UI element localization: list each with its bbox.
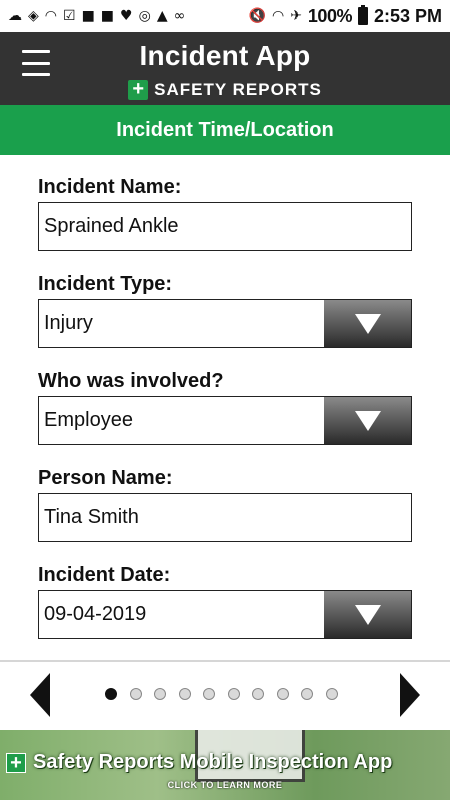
chevron-down-icon <box>354 410 381 431</box>
wifi-signal-icon: ◠ <box>271 8 285 24</box>
app-header: Incident App + SAFETY REPORTS <box>0 32 450 105</box>
who-involved-label: Who was involved? <box>38 370 224 392</box>
vpn-icon: ◈ <box>28 8 39 24</box>
page-dot-7[interactable] <box>252 688 264 700</box>
flipboard-icon: ■ <box>100 8 115 24</box>
section-header: Incident Time/Location <box>0 105 450 155</box>
status-icons-left: ☁ ◈ ◠ ☑ ■ ■ ♥ ◎ ▲ ∞ <box>8 9 185 23</box>
page-dot-5[interactable] <box>203 688 215 700</box>
next-page-arrow-icon[interactable] <box>400 673 420 717</box>
who-involved-select[interactable]: Employee <box>38 396 412 445</box>
page-dot-10[interactable] <box>325 688 338 700</box>
banner-title: Safety Reports Mobile Inspection App <box>33 751 393 773</box>
page-dot-1[interactable] <box>105 688 117 700</box>
page-dot-4[interactable] <box>178 688 191 700</box>
page-dot-9[interactable] <box>301 688 313 700</box>
voicemail-icon: ∞ <box>173 8 186 24</box>
section-title: Incident Time/Location <box>116 118 334 141</box>
page-navigator <box>0 662 450 730</box>
page-dot-3[interactable] <box>154 688 166 700</box>
person-name-input[interactable] <box>38 493 412 542</box>
flipboard-icon: ■ <box>81 8 95 24</box>
plus-icon: + <box>128 79 149 100</box>
battery-percent: 100% <box>307 5 353 26</box>
banner-cta: CLICK TO LEARN MORE <box>167 780 283 790</box>
mute-icon: 🔇 <box>248 8 266 24</box>
chevron-down-icon <box>354 313 381 334</box>
sync-icon: ◎ <box>138 8 151 24</box>
incident-type-value: Injury <box>44 312 93 334</box>
page-indicator-dots <box>105 688 338 700</box>
who-involved-value: Employee <box>44 409 133 431</box>
incident-date-select[interactable]: 09-04-2019 <box>38 590 412 639</box>
incident-form: Incident Name: Incident Type: Injury Who… <box>38 174 412 639</box>
dropdown-button[interactable] <box>324 397 411 444</box>
wifi-icon: ◠ <box>44 8 57 24</box>
page-dot-6[interactable] <box>227 688 240 700</box>
battery-icon <box>357 5 368 25</box>
incident-type-label: Incident Type: <box>38 273 173 295</box>
ad-banner[interactable]: + Safety Reports Mobile Inspection App C… <box>0 730 450 800</box>
chevron-down-icon <box>354 604 381 625</box>
incident-date-label: Incident Date: <box>38 564 171 586</box>
shield-icon: ♥ <box>120 8 133 24</box>
status-icons-right: 🔇 ◠ ✈ 100% 2:53 PM <box>248 5 442 27</box>
lock-wifi-icon: ▲ <box>156 8 168 24</box>
dropdown-button[interactable] <box>324 300 411 347</box>
status-bar: ☁ ◈ ◠ ☑ ■ ■ ♥ ◎ ▲ ∞ 🔇 ◠ ✈ 100% 2:53 PM <box>0 0 450 32</box>
airplane-icon: ✈ <box>290 8 302 24</box>
incident-date-value: 09-04-2019 <box>44 603 147 625</box>
weather-icon: ☁ <box>8 8 22 24</box>
app-title: Incident App <box>139 40 311 71</box>
checkbox-icon: ☑ <box>63 8 76 24</box>
incident-name-input[interactable] <box>38 202 412 251</box>
clock: 2:53 PM <box>373 5 442 26</box>
incident-name-label: Incident Name: <box>38 176 182 198</box>
plus-icon: + <box>6 753 26 773</box>
person-name-label: Person Name: <box>38 467 173 489</box>
page-dot-8[interactable] <box>276 688 289 700</box>
brand-text: SAFETY REPORTS <box>154 80 322 99</box>
page-dot-2[interactable] <box>129 688 142 700</box>
dropdown-button[interactable] <box>324 591 411 638</box>
incident-type-select[interactable]: Injury <box>38 299 412 348</box>
brand-logo: + SAFETY REPORTS <box>0 79 450 100</box>
previous-page-arrow-icon[interactable] <box>30 673 50 717</box>
